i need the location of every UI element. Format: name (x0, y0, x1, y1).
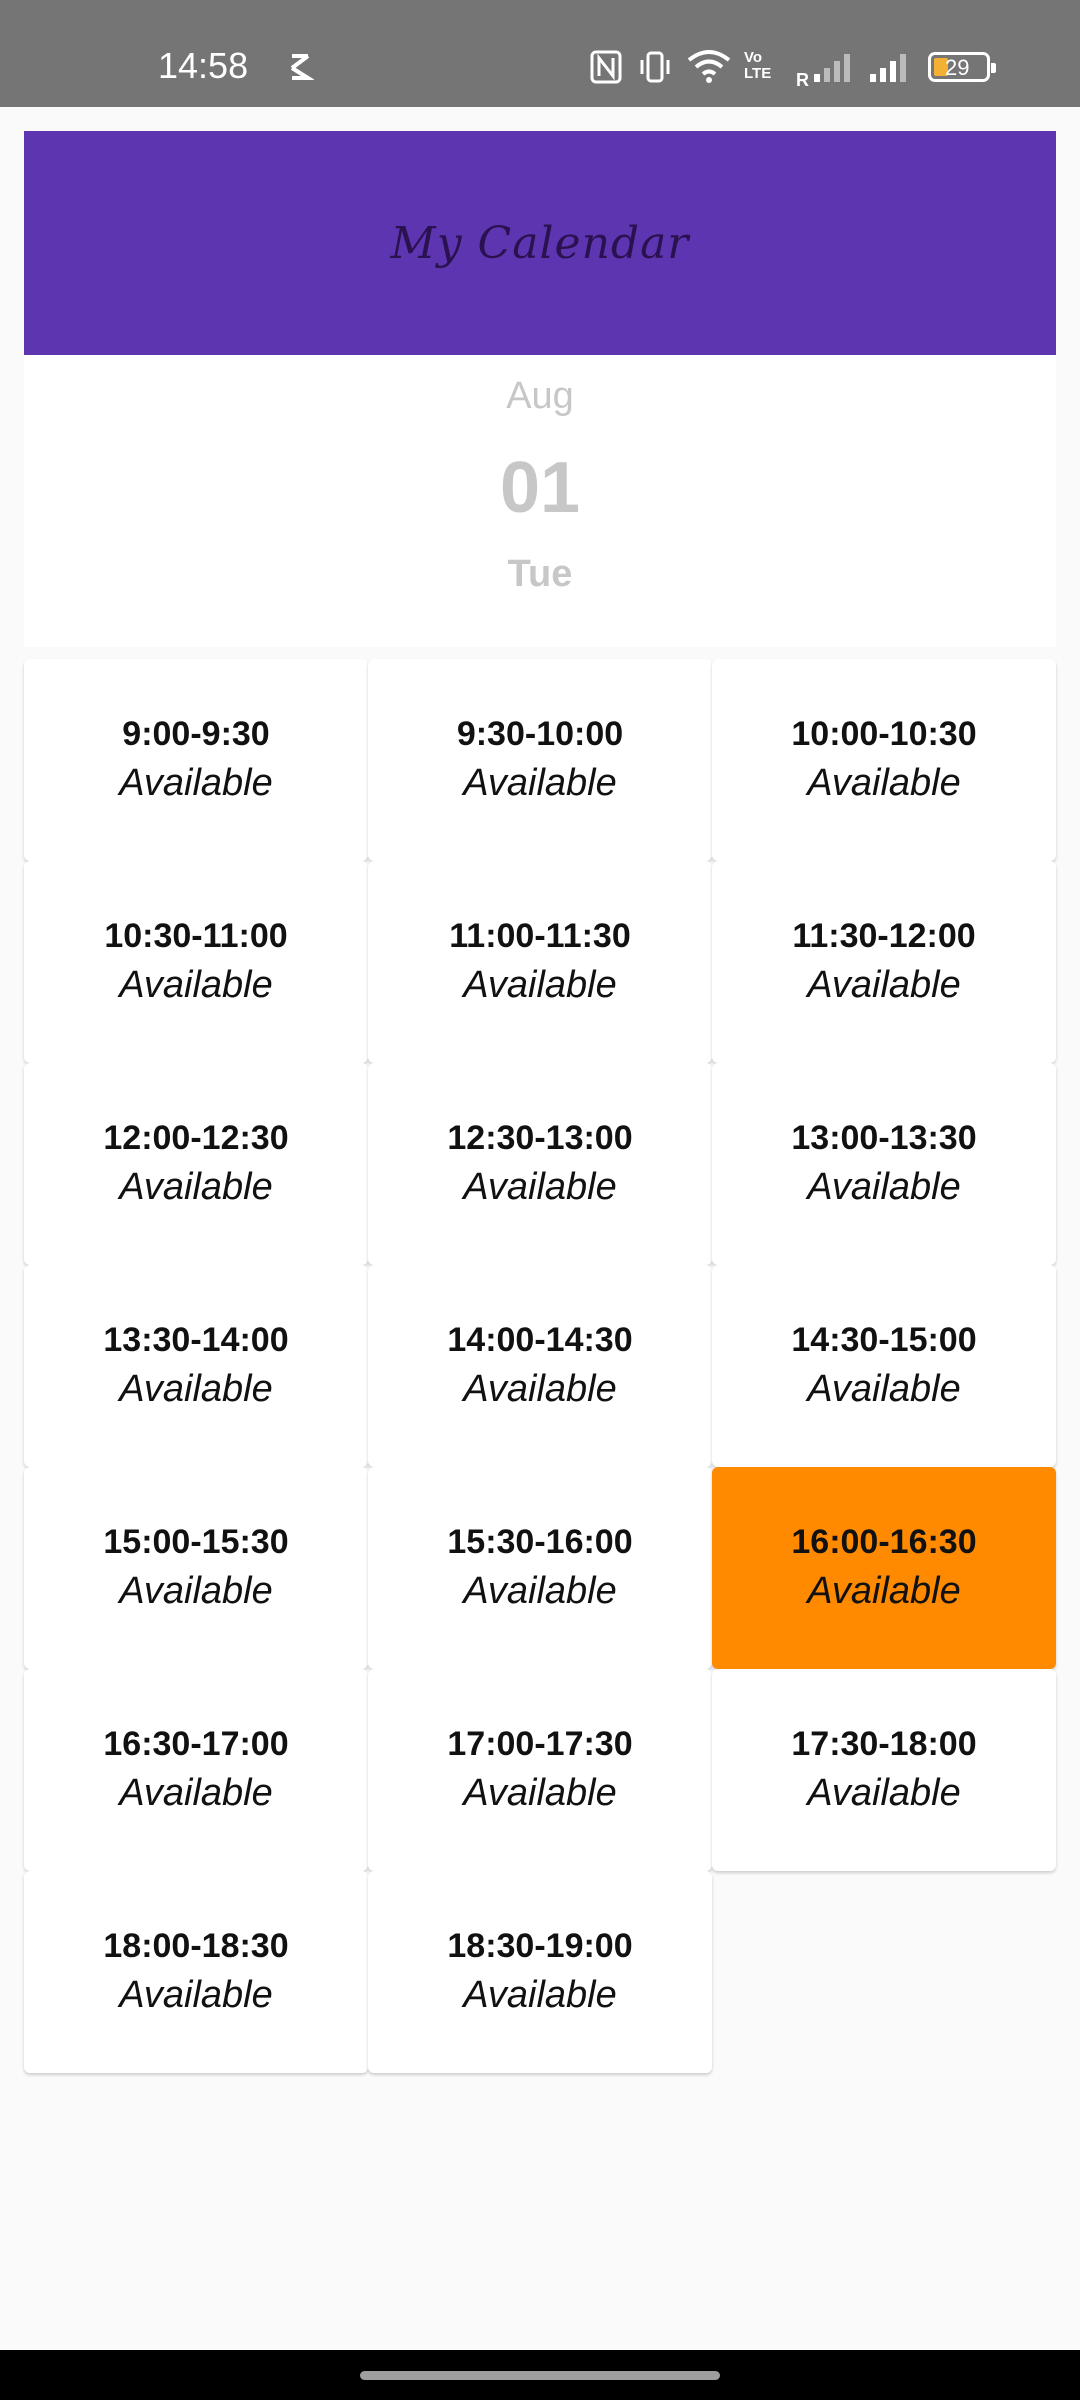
battery-icon: 29 (928, 52, 996, 82)
slot-range: 15:00-15:30 (103, 1523, 289, 1561)
slot-range: 9:00-9:30 (122, 715, 270, 753)
time-slot[interactable]: 17:30-18:00 Available (712, 1669, 1056, 1871)
slot-status: Available (463, 1166, 617, 1208)
time-slot[interactable]: 10:30-11:00 Available (24, 861, 368, 1063)
signal-icon (868, 52, 912, 89)
date-weekday: Tue (507, 553, 573, 595)
wifi-icon (686, 48, 732, 89)
slot-status: Available (119, 1570, 273, 1612)
time-slot[interactable]: 12:30-13:00 Available (368, 1063, 712, 1265)
time-slot[interactable]: 15:00-15:30 Available (24, 1467, 368, 1669)
home-gesture-handle[interactable] (360, 2371, 720, 2380)
slot-range: 16:30-17:00 (103, 1725, 289, 1763)
slot-status: Available (119, 1368, 273, 1410)
slot-range: 12:00-12:30 (103, 1119, 289, 1157)
slot-range: 18:00-18:30 (103, 1927, 289, 1965)
slot-status: Available (119, 1772, 273, 1814)
slot-range: 10:00-10:30 (791, 715, 977, 753)
time-slot[interactable]: 14:00-14:30 Available (368, 1265, 712, 1467)
slot-status: Available (807, 1166, 961, 1208)
time-slot[interactable]: 11:00-11:30 Available (368, 861, 712, 1063)
slot-range: 14:30-15:00 (791, 1321, 977, 1359)
slot-status: Available (463, 1570, 617, 1612)
battery-level: 29 (945, 55, 970, 80)
slot-range: 11:00-11:30 (449, 917, 631, 955)
slot-range: 15:30-16:00 (447, 1523, 633, 1561)
status-bar: 14:58 Vo LTE R 29 (0, 0, 1080, 107)
slot-status: Available (463, 1368, 617, 1410)
slot-status: Available (807, 1570, 961, 1612)
slot-status: Available (807, 964, 961, 1006)
slot-range: 14:00-14:30 (447, 1321, 633, 1359)
date-display: Aug 01 Tue (24, 355, 1056, 647)
slot-status: Available (119, 964, 273, 1006)
signal-roaming-icon (812, 52, 856, 89)
time-slot[interactable]: 13:30-14:00 Available (24, 1265, 368, 1467)
time-slot[interactable]: 9:00-9:30 Available (24, 659, 368, 861)
system-nav-bar (0, 2350, 1080, 2400)
page-title: My Calendar (390, 217, 690, 269)
time-slot[interactable]: 17:00-17:30 Available (368, 1669, 712, 1871)
time-slot[interactable]: 18:30-19:00 Available (368, 1871, 712, 2073)
time-slot[interactable]: 12:00-12:30 Available (24, 1063, 368, 1265)
slot-range: 16:00-16:30 (791, 1523, 977, 1561)
slot-status: Available (119, 1974, 273, 2016)
slot-range: 11:30-12:00 (792, 917, 976, 955)
slot-range: 13:30-14:00 (103, 1321, 289, 1359)
time-slot-grid: 9:00-9:30 Available 9:30-10:00 Available 1… (24, 659, 1056, 2073)
slot-status: Available (119, 762, 273, 804)
slot-range: 12:30-13:00 (447, 1119, 633, 1157)
time-slot-selected[interactable]: 16:00-16:30 Available (712, 1467, 1056, 1669)
time-slot[interactable]: 13:00-13:30 Available (712, 1063, 1056, 1265)
slot-status: Available (463, 1974, 617, 2016)
roaming-label: R (796, 70, 809, 90)
time-slot[interactable]: 9:30-10:00 Available (368, 659, 712, 861)
time-slot[interactable]: 14:30-15:00 Available (712, 1265, 1056, 1467)
nfc-icon (590, 50, 622, 89)
time-slot[interactable]: 11:30-12:00 Available (712, 861, 1056, 1063)
slot-range: 17:30-18:00 (791, 1725, 977, 1763)
slot-range: 17:00-17:30 (447, 1725, 633, 1763)
date-day: 01 (499, 448, 581, 528)
slot-status: Available (463, 762, 617, 804)
slot-status: Available (807, 762, 961, 804)
time-slot[interactable]: 10:00-10:30 Available (712, 659, 1056, 861)
s-app-icon (286, 50, 315, 89)
slot-range: 13:00-13:30 (791, 1119, 977, 1157)
status-time: 14:58 (158, 45, 249, 86)
slot-status: Available (807, 1772, 961, 1814)
time-slot[interactable]: 16:30-17:00 Available (24, 1669, 368, 1871)
slot-range: 10:30-11:00 (104, 917, 288, 955)
slot-status: Available (807, 1368, 961, 1410)
slot-status: Available (463, 1772, 617, 1814)
app-header: My Calendar (24, 131, 1056, 355)
vibrate-icon (638, 50, 672, 89)
time-slot[interactable]: 18:00-18:30 Available (24, 1871, 368, 2073)
slot-status: Available (119, 1166, 273, 1208)
volte-icon: Vo LTE (744, 49, 772, 82)
date-month: Aug (506, 375, 574, 417)
slot-range: 9:30-10:00 (456, 715, 624, 753)
slot-status: Available (463, 964, 617, 1006)
slot-range: 18:30-19:00 (447, 1927, 633, 1965)
time-slot[interactable]: 15:30-16:00 Available (368, 1467, 712, 1669)
